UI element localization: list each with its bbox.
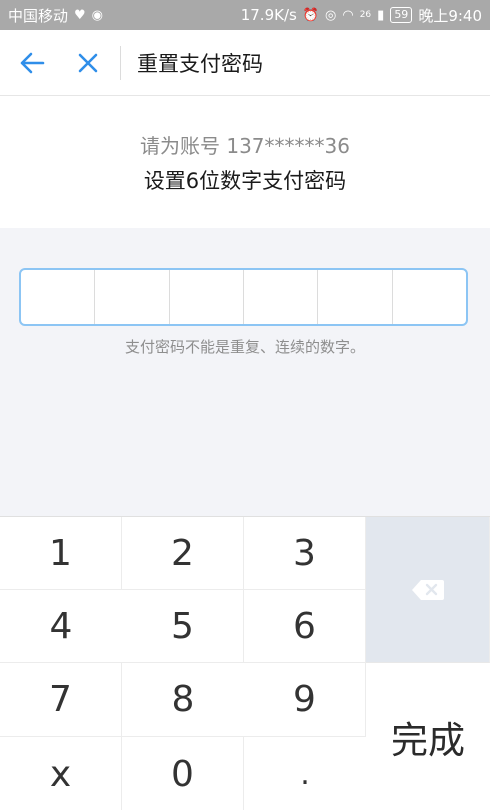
close-button[interactable] bbox=[66, 41, 110, 85]
page-title: 重置支付密码 bbox=[137, 51, 263, 76]
key-3[interactable]: 3 bbox=[244, 517, 366, 590]
eye-icon: ◎ bbox=[325, 7, 337, 23]
key-9[interactable]: 9 bbox=[244, 663, 366, 737]
key-dot[interactable]: . bbox=[244, 737, 366, 810]
signal-icon: ▮ bbox=[377, 7, 385, 23]
carrier-label: 中国移动 bbox=[8, 6, 69, 25]
pin-input[interactable] bbox=[19, 268, 468, 326]
pin-hint: 支付密码不能是重复、连续的数字。 bbox=[124, 338, 365, 356]
battery-icon: 59 bbox=[390, 7, 413, 23]
heart-icon: ♥ bbox=[74, 7, 86, 23]
key-5[interactable]: 5 bbox=[122, 590, 244, 663]
done-button[interactable]: 完成 bbox=[366, 663, 490, 810]
nav-bar: 重置支付密码 bbox=[0, 30, 490, 96]
network-type: 26 bbox=[359, 10, 372, 20]
backspace-icon bbox=[411, 579, 444, 600]
pin-cell[interactable] bbox=[21, 270, 96, 324]
delete-button[interactable] bbox=[366, 517, 490, 663]
header-card: 请为账号 137******36 设置6位数字支付密码 bbox=[0, 96, 490, 228]
wifi-icon: ◠ bbox=[342, 7, 354, 23]
pin-cell[interactable] bbox=[170, 270, 244, 324]
pin-cell[interactable] bbox=[95, 270, 170, 324]
key-7[interactable]: 7 bbox=[0, 663, 122, 737]
numeric-keypad: 1 2 3 4 5 6 7 8 9 x 0 . 完成 bbox=[0, 516, 490, 810]
pin-cell[interactable] bbox=[318, 270, 393, 324]
account-line: 请为账号 137******36 bbox=[140, 134, 350, 158]
key-x[interactable]: x bbox=[0, 737, 122, 810]
alarm-clock-icon: ⏰ bbox=[302, 7, 320, 23]
network-speed: 17.9K/s bbox=[240, 6, 297, 24]
back-button[interactable] bbox=[10, 41, 54, 85]
alarm-icon: ◉ bbox=[91, 7, 104, 23]
pin-cell[interactable] bbox=[393, 270, 466, 324]
status-bar: 中国移动 ♥ ◉ 17.9K/s ⏰ ◎ ◠ 26 ▮ 59 晚上9:40 bbox=[0, 0, 490, 30]
arrow-left-icon bbox=[20, 52, 45, 73]
key-0[interactable]: 0 bbox=[122, 737, 244, 810]
key-8[interactable]: 8 bbox=[122, 663, 244, 737]
key-2[interactable]: 2 bbox=[122, 517, 244, 590]
pin-cell[interactable] bbox=[244, 270, 319, 324]
key-4[interactable]: 4 bbox=[0, 590, 122, 663]
instruction-text: 设置6位数字支付密码 bbox=[143, 169, 347, 193]
key-6[interactable]: 6 bbox=[244, 590, 366, 663]
key-1[interactable]: 1 bbox=[0, 517, 122, 590]
nav-divider bbox=[120, 45, 121, 80]
clock: 晚上9:40 bbox=[418, 6, 482, 25]
close-icon bbox=[78, 53, 98, 72]
